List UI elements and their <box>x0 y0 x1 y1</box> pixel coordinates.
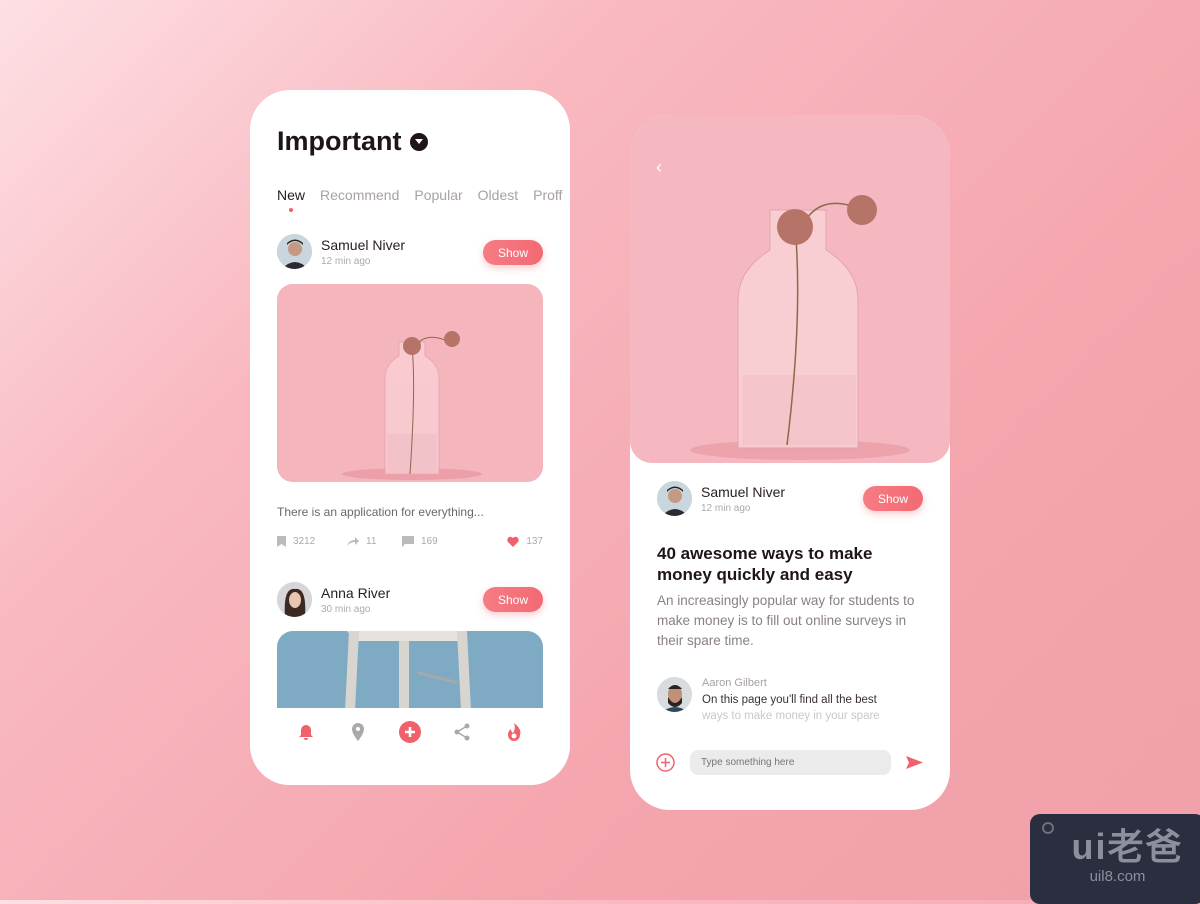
article-description: An increasingly popular way for students… <box>657 593 915 648</box>
comment: Aaron Gilbert On this page you'll find a… <box>657 677 912 724</box>
chevron-down-icon[interactable] <box>409 132 428 151</box>
watermark: ui老爸 uil8.com <box>1030 814 1200 904</box>
show-button[interactable]: Show <box>483 587 543 612</box>
heart-icon <box>507 536 520 547</box>
post-stats: 3212 11 169 137 <box>277 536 543 547</box>
tab-bar: New Recommend Popular Oldest Proff <box>277 187 562 212</box>
comment-stat[interactable]: 169 <box>402 536 438 547</box>
post-author[interactable]: Samuel Niver 12 min ago <box>657 481 785 516</box>
show-button[interactable]: Show <box>863 486 923 511</box>
back-icon[interactable]: ‹ <box>656 157 662 178</box>
post-caption: There is an application for everything..… <box>277 505 484 519</box>
article-headline: 40 awesome ways to make money quickly an… <box>657 544 873 584</box>
add-icon[interactable] <box>398 720 422 744</box>
post-author[interactable]: Samuel Niver 12 min ago <box>277 234 405 269</box>
tab-proff[interactable]: Proff <box>533 187 562 203</box>
avatar <box>277 582 312 617</box>
fire-icon[interactable] <box>502 720 526 744</box>
share-icon[interactable] <box>450 720 474 744</box>
share-stat[interactable]: 11 <box>347 536 402 547</box>
comment-input[interactable] <box>690 750 891 775</box>
avatar <box>277 234 312 269</box>
post-image[interactable] <box>277 284 543 482</box>
bell-icon[interactable] <box>294 720 318 744</box>
show-button[interactable]: Show <box>483 240 543 265</box>
watermark-url: uil8.com <box>1089 868 1146 885</box>
detail-screen: ‹ Samuel Niver 12 min ago Show 40 awesome… <box>630 115 950 810</box>
like-stat[interactable]: 137 <box>507 536 543 547</box>
tab-recommend[interactable]: Recommend <box>320 187 399 203</box>
tab-oldest[interactable]: Oldest <box>478 187 518 203</box>
avatar <box>657 481 692 516</box>
watermark-logo: ui老爸 <box>1071 826 1184 867</box>
post-author[interactable]: Anna River 30 min ago <box>277 582 390 617</box>
bottom-nav <box>250 708 570 785</box>
location-pin-icon[interactable] <box>346 720 370 744</box>
feed-screen: Important New Recommend Popular Oldest P… <box>250 90 570 785</box>
tab-new[interactable]: New <box>277 187 305 212</box>
add-circle-icon[interactable] <box>656 753 675 777</box>
tab-popular[interactable]: Popular <box>414 187 462 203</box>
comment-icon <box>402 536 414 547</box>
avatar <box>657 677 692 712</box>
send-icon[interactable] <box>906 756 923 774</box>
bookmark-icon <box>277 536 286 547</box>
forward-icon <box>347 537 359 546</box>
page-title[interactable]: Important <box>277 126 428 157</box>
bookmark-stat[interactable]: 3212 <box>277 536 347 547</box>
hero-image: ‹ <box>630 115 950 463</box>
